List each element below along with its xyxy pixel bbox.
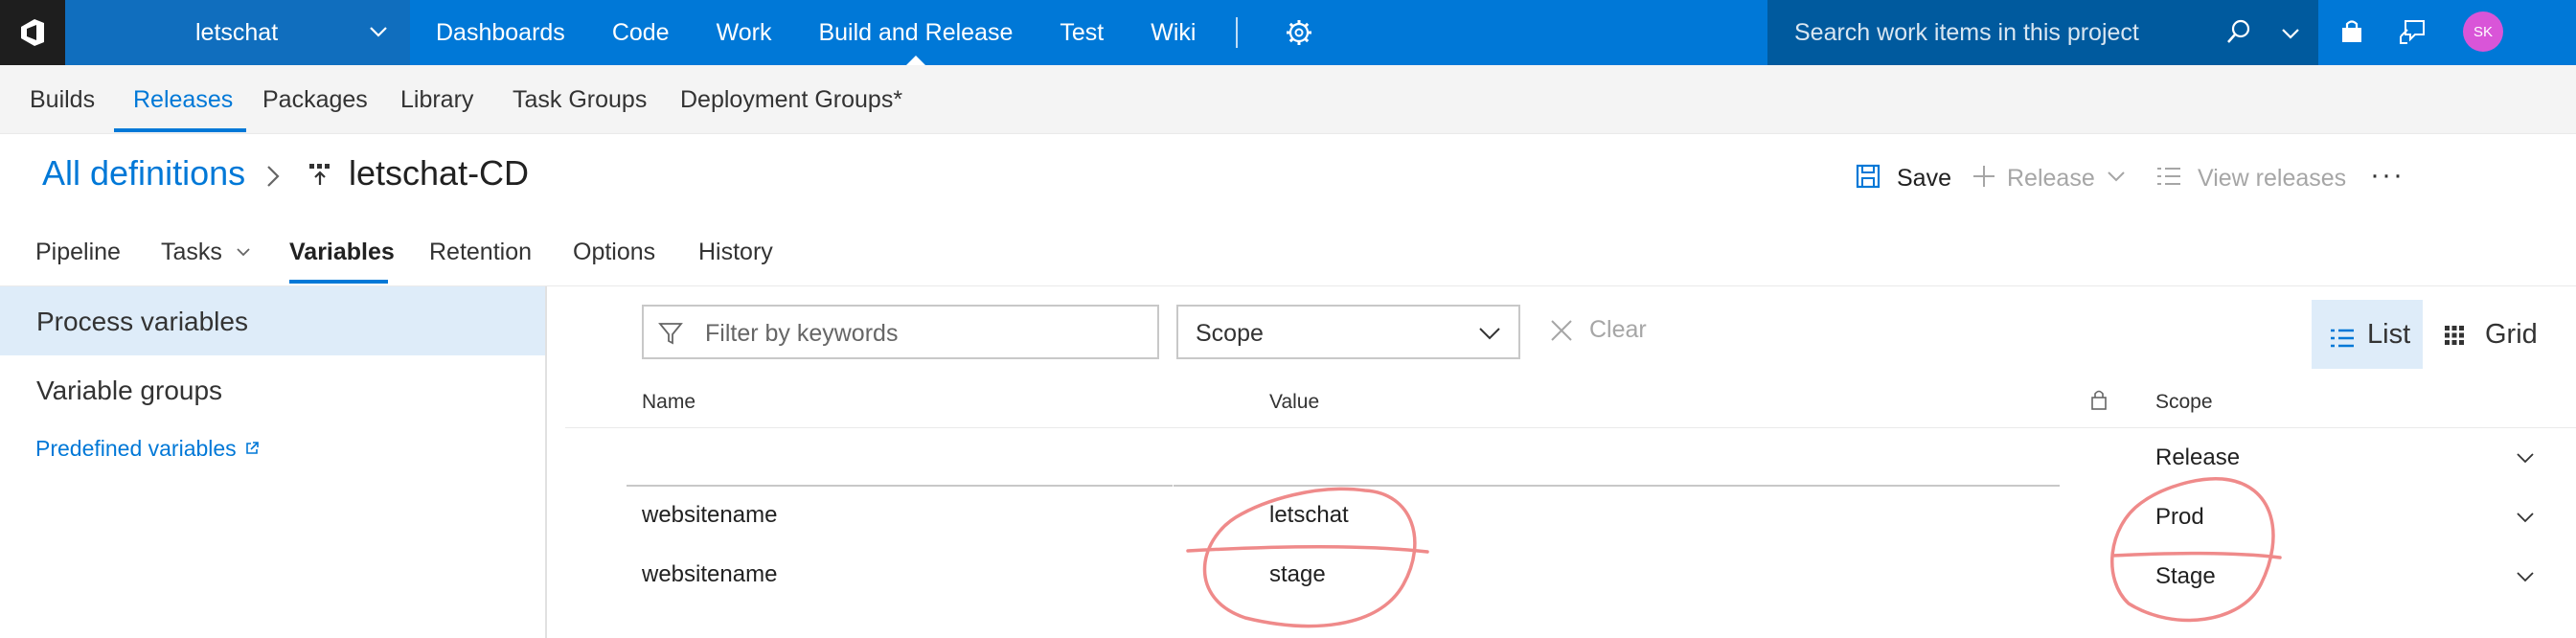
tab-history[interactable]: History: [698, 239, 773, 266]
hub-bar: Builds Releases Packages Library Task Gr…: [0, 65, 2576, 134]
project-name: letschat: [195, 19, 279, 46]
clear-label: Clear: [1589, 316, 1647, 343]
view-releases-label: View releases: [2198, 165, 2347, 192]
column-header-value: Value: [1269, 391, 1320, 413]
search-box[interactable]: Search work items in this project: [1767, 0, 2318, 65]
tab-tasks[interactable]: Tasks: [161, 239, 252, 267]
release-label: Release: [2007, 165, 2095, 192]
hub-task-groups[interactable]: Task Groups: [513, 86, 647, 114]
hub-deployment-groups[interactable]: Deployment Groups*: [680, 86, 902, 114]
tab-variables[interactable]: Variables: [289, 239, 395, 266]
new-variable-name-input[interactable]: [627, 485, 1173, 487]
nav-variable-groups-label: Variable groups: [36, 376, 223, 405]
plus-icon: [1971, 163, 1997, 196]
nav-test[interactable]: Test: [1060, 0, 1104, 65]
table-row-scope[interactable]: Release: [2155, 444, 2240, 471]
nav-wiki[interactable]: Wiki: [1151, 0, 1196, 65]
nav-divider: [1236, 17, 1238, 48]
scope-dropdown-value: Scope: [1196, 320, 1264, 347]
predefined-variables-link[interactable]: Predefined variables: [35, 436, 260, 462]
nav-process-variables[interactable]: Process variables: [0, 286, 545, 355]
new-variable-value-input[interactable]: [1174, 485, 2060, 487]
nav-process-variables-label: Process variables: [36, 307, 248, 336]
chevron-right-icon: [261, 159, 285, 198]
avatar[interactable]: SK: [2463, 11, 2503, 52]
list-view-toggle[interactable]: List: [2312, 300, 2423, 369]
scope-dropdown[interactable]: Scope: [1176, 305, 1520, 359]
hub-packages[interactable]: Packages: [262, 86, 368, 114]
filter-icon: [657, 320, 684, 352]
nav-work[interactable]: Work: [717, 0, 772, 65]
grid-icon: [2443, 323, 2466, 354]
hub-library[interactable]: Library: [400, 86, 473, 114]
table-row-value[interactable]: stage: [1269, 561, 1326, 588]
tab-pipeline[interactable]: Pipeline: [35, 239, 121, 266]
vsts-logo-icon[interactable]: [0, 0, 65, 65]
chevron-down-icon[interactable]: [2514, 565, 2537, 593]
close-icon: [1549, 318, 1574, 350]
breadcrumb-all-definitions[interactable]: All definitions: [42, 153, 245, 194]
hub-releases[interactable]: Releases: [133, 86, 233, 114]
nav-dashboards[interactable]: Dashboards: [436, 0, 565, 65]
chevron-down-icon[interactable]: [2280, 23, 2301, 49]
search-placeholder: Search work items in this project: [1794, 19, 2139, 46]
chevron-down-icon[interactable]: [2514, 506, 2537, 534]
header-divider: [565, 427, 2576, 428]
feedback-icon[interactable]: [2398, 17, 2427, 51]
save-label: Save: [1897, 165, 1951, 192]
keyword-filter-input[interactable]: Filter by keywords: [642, 305, 1159, 359]
tab-active-indicator: [289, 280, 388, 284]
more-options-icon[interactable]: ···: [2370, 159, 2405, 192]
predefined-variables-label: Predefined variables: [35, 436, 237, 461]
nav-variable-groups[interactable]: Variable groups: [0, 355, 545, 424]
table-row-name[interactable]: websitename: [642, 502, 777, 529]
search-icon[interactable]: [2224, 17, 2253, 51]
variables-nav-panel: Process variables Variable groups Predef…: [0, 286, 547, 638]
table-row-scope[interactable]: Stage: [2155, 563, 2216, 590]
marketplace-bag-icon[interactable]: [2337, 17, 2366, 51]
tab-options[interactable]: Options: [573, 239, 655, 266]
filter-placeholder: Filter by keywords: [705, 320, 899, 347]
chevron-down-icon: [368, 21, 389, 49]
tab-tasks-label: Tasks: [161, 239, 222, 265]
external-link-icon: [244, 436, 260, 462]
gear-icon[interactable]: [1284, 17, 1314, 53]
list-view-label: List: [2367, 319, 2411, 350]
hub-active-indicator: [114, 128, 246, 132]
grid-view-label: Grid: [2485, 319, 2538, 350]
table-row-name[interactable]: websitename: [642, 561, 777, 588]
tab-retention[interactable]: Retention: [429, 239, 532, 266]
chevron-down-icon[interactable]: [2514, 446, 2537, 474]
chevron-down-icon: [1477, 322, 1502, 350]
column-header-name: Name: [642, 391, 696, 413]
chevron-down-icon: [235, 239, 252, 267]
nav-build-and-release[interactable]: Build and Release: [818, 0, 1013, 65]
list-icon: [2329, 326, 2356, 357]
scope-annotation-circle: [2110, 477, 2282, 623]
lock-icon: [2089, 388, 2109, 417]
project-selector[interactable]: letschat: [65, 0, 410, 65]
nav-code[interactable]: Code: [612, 0, 670, 65]
table-row-value[interactable]: letschat: [1269, 502, 1349, 529]
top-bar: letschat Dashboards Code Work Build and …: [0, 0, 2576, 65]
table-row-scope[interactable]: Prod: [2155, 504, 2204, 531]
chevron-down-icon: [2105, 165, 2128, 194]
hub-builds[interactable]: Builds: [30, 86, 95, 114]
save-icon: [1855, 163, 1881, 196]
list-icon: [2155, 165, 2182, 194]
top-nav: Dashboards Code Work Build and Release T…: [436, 0, 1242, 65]
column-header-scope: Scope: [2155, 391, 2213, 413]
release-definition-icon: [307, 160, 335, 194]
page-title: letschat-CD: [349, 153, 530, 193]
